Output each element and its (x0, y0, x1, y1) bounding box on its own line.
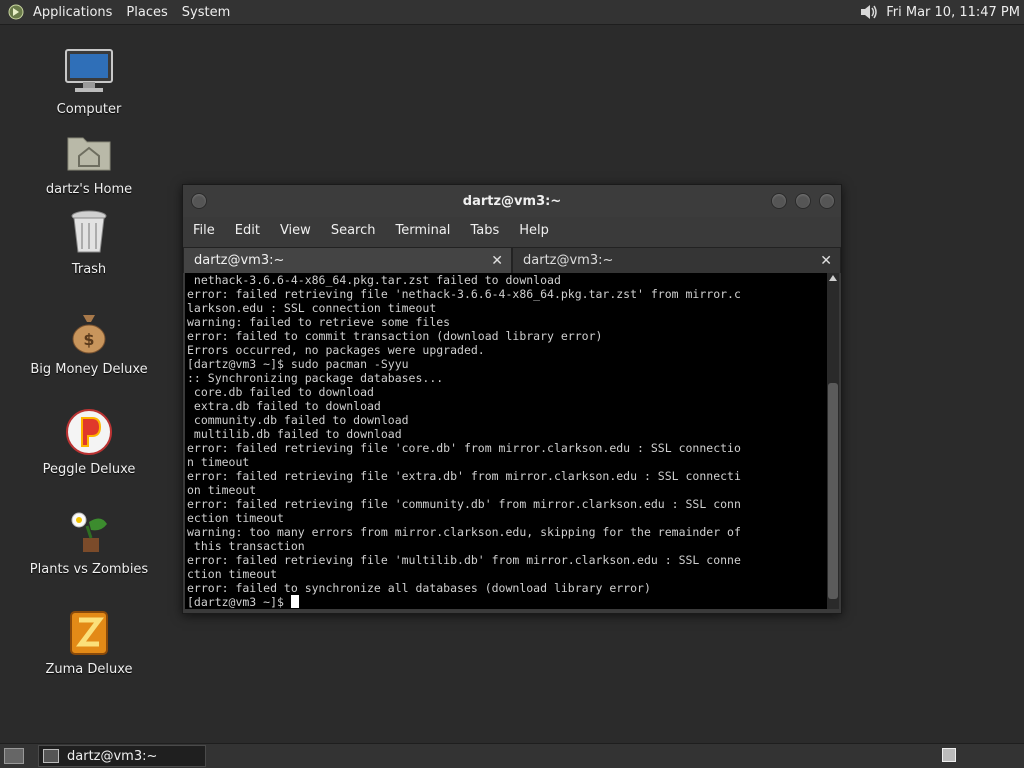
top-panel: Applications Places System Fri Mar 10, 1… (0, 0, 1024, 25)
show-desktop-icon[interactable] (4, 748, 24, 764)
svg-text:$: $ (83, 330, 94, 349)
scroll-up-icon[interactable] (829, 275, 837, 281)
desktop-icon-label: Plants vs Zombies (29, 562, 149, 577)
computer-icon (61, 44, 117, 100)
desktop-icon-plants-zombies[interactable]: Plants vs Zombies (24, 504, 154, 577)
close-tab-icon[interactable]: ✕ (820, 253, 832, 269)
terminal-line: larkson.edu : SSL connection timeout (187, 301, 437, 315)
desktop-icon-label: Computer (56, 102, 122, 117)
menu-places[interactable]: Places (119, 5, 174, 20)
scrollbar-thumb[interactable] (828, 383, 838, 599)
desktop-icon-zuma[interactable]: Zuma Deluxe (24, 604, 154, 677)
terminal-line: this transaction (193, 539, 305, 553)
desktop-icon-label: Big Money Deluxe (30, 362, 148, 377)
tab-2[interactable]: dartz@vm3:~ ✕ (512, 247, 841, 273)
taskbar-button-label: dartz@vm3:~ (67, 748, 158, 764)
terminal-tabs: dartz@vm3:~ ✕ dartz@vm3:~ ✕ (183, 247, 841, 273)
window-menu-button[interactable] (191, 193, 207, 209)
close-tab-icon[interactable]: ✕ (491, 253, 503, 269)
desktop-icon-big-money[interactable]: $ Big Money Deluxe (24, 304, 154, 377)
terminal-line: warning: failed to retrieve some files (187, 315, 451, 329)
desktop-icon-label: Peggle Deluxe (42, 462, 136, 477)
workspace-switcher[interactable] (942, 748, 956, 762)
terminal-line: Errors occurred, no packages were upgrad… (187, 343, 485, 357)
taskbar-button-terminal[interactable]: dartz@vm3:~ (38, 745, 206, 767)
menu-applications[interactable]: Applications (26, 5, 119, 20)
terminal-line: error: failed retrieving file 'nethack-3… (187, 287, 741, 301)
menu-tabs[interactable]: Tabs (460, 223, 509, 238)
menu-view[interactable]: View (270, 223, 321, 238)
menu-file[interactable]: File (183, 223, 225, 238)
terminal-line: error: failed to commit transaction (dow… (187, 329, 603, 343)
close-button[interactable] (819, 193, 835, 209)
window-title: dartz@vm3:~ (462, 193, 562, 209)
desktop-icon-label: Zuma Deluxe (45, 662, 133, 677)
zuma-icon (61, 604, 117, 660)
peggle-icon (61, 404, 117, 460)
desktop-icon-label: dartz's Home (45, 182, 133, 197)
terminal-line: extra.db failed to download (193, 399, 381, 413)
terminal-line: error: failed retrieving file 'community… (187, 497, 741, 511)
terminal-line: error: failed to synchronize all databas… (187, 581, 651, 595)
terminal-line: [dartz@vm3 ~]$ sudo pacman -Syyu (187, 357, 409, 371)
terminal-icon (43, 749, 59, 763)
terminal-text: nethack-3.6.6-4-x86_64.pkg.tar.zst faile… (185, 273, 827, 609)
plants-zombies-icon (61, 504, 117, 560)
tab-1[interactable]: dartz@vm3:~ ✕ (183, 247, 512, 273)
money-bag-icon: $ (61, 304, 117, 360)
window-controls (771, 193, 835, 209)
gnome-foot-icon[interactable] (6, 2, 26, 22)
menu-edit[interactable]: Edit (225, 223, 270, 238)
desktop-icon-label: Trash (71, 262, 107, 277)
terminal-line: error: failed retrieving file 'multilib.… (187, 553, 741, 567)
speaker-icon[interactable] (858, 2, 880, 22)
terminal-line: :: Synchronizing package databases... (187, 371, 444, 385)
terminal-line: core.db failed to download (193, 385, 374, 399)
menu-terminal[interactable]: Terminal (385, 223, 460, 238)
menu-system[interactable]: System (175, 5, 237, 20)
terminal-line: ction timeout (187, 567, 278, 581)
terminal-window[interactable]: dartz@vm3:~ File Edit View Search Termin… (182, 184, 842, 614)
terminal-line: error: failed retrieving file 'core.db' … (187, 441, 741, 455)
terminal-cursor (290, 595, 299, 608)
tab-label: dartz@vm3:~ (523, 253, 614, 268)
desktop-icon-peggle[interactable]: Peggle Deluxe (24, 404, 154, 477)
terminal-line: ection timeout (187, 511, 284, 525)
terminal-line: on timeout (187, 483, 257, 497)
terminal-scrollbar[interactable] (827, 273, 839, 609)
terminal-menubar: File Edit View Search Terminal Tabs Help (183, 217, 841, 243)
desktop-icon-trash[interactable]: Trash (24, 204, 154, 277)
menu-search[interactable]: Search (321, 223, 386, 238)
terminal-line: multilib.db failed to download (193, 427, 402, 441)
tab-label: dartz@vm3:~ (194, 253, 285, 268)
terminal-line: community.db failed to download (193, 413, 409, 427)
terminal-output[interactable]: nethack-3.6.6-4-x86_64.pkg.tar.zst faile… (185, 273, 827, 609)
desktop-icon-computer[interactable]: Computer (24, 44, 154, 117)
terminal-prompt: [dartz@vm3 ~]$ (187, 595, 291, 609)
terminal-line: error: failed retrieving file 'extra.db'… (187, 469, 741, 483)
menu-help[interactable]: Help (509, 223, 559, 238)
minimize-button[interactable] (771, 193, 787, 209)
home-folder-icon (61, 124, 117, 180)
desktop-icon-home[interactable]: dartz's Home (24, 124, 154, 197)
clock[interactable]: Fri Mar 10, 11:47 PM (886, 5, 1020, 20)
terminal-line: warning: too many errors from mirror.cla… (187, 525, 741, 539)
terminal-line: nethack-3.6.6-4-x86_64.pkg.tar.zst faile… (193, 273, 561, 287)
maximize-button[interactable] (795, 193, 811, 209)
terminal-line: n timeout (187, 455, 250, 469)
trash-icon (61, 204, 117, 260)
bottom-panel: dartz@vm3:~ (0, 743, 1024, 768)
window-titlebar[interactable]: dartz@vm3:~ (183, 185, 841, 217)
